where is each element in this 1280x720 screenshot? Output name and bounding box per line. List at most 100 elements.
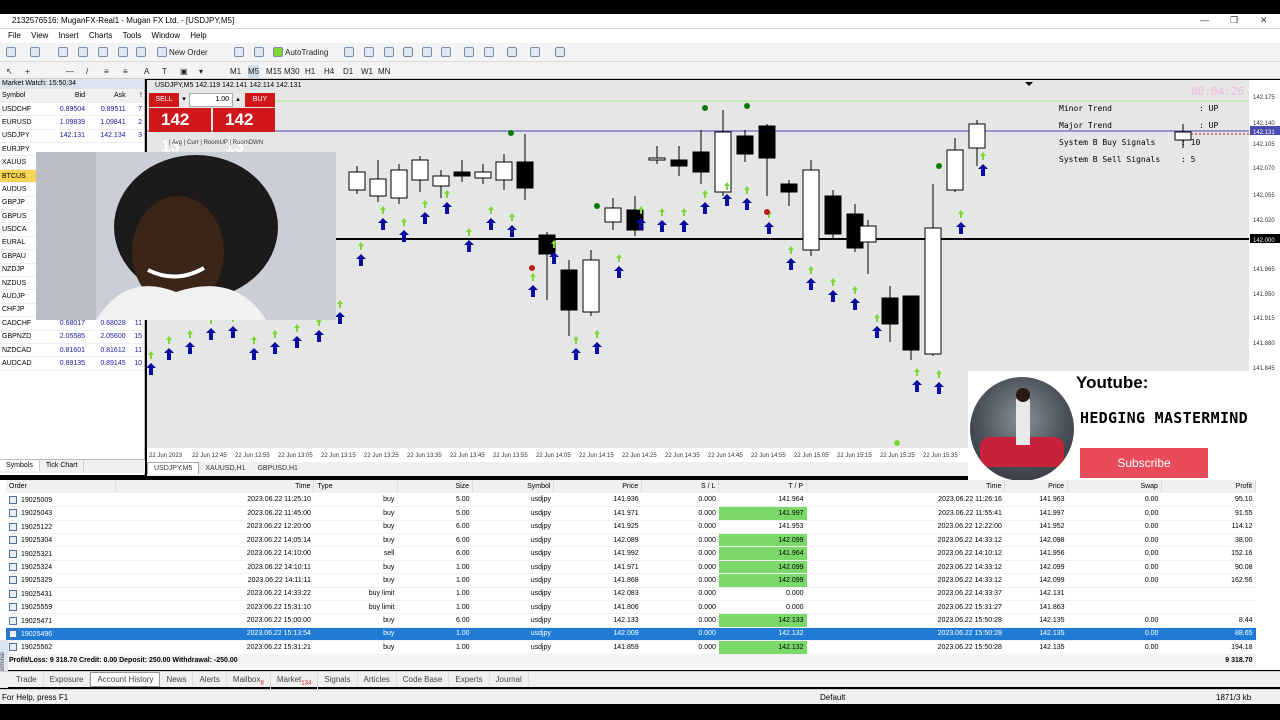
sell-price[interactable]: 142 131 — [149, 108, 211, 156]
chart-tab-gbpusd[interactable]: GBPUSD,H1 — [251, 463, 303, 474]
minimize-icon[interactable]: — — [1200, 15, 1209, 25]
history-row[interactable]: 19025471 2023.06.22 15:00:00 buy 6.00 usdjpy… — [6, 613, 1256, 628]
lot-input[interactable]: 1.00 — [189, 93, 233, 107]
terminal-tab-exposure[interactable]: Exposure — [44, 673, 91, 686]
history-row[interactable]: 19025043 2023.06.22 11:45:00 buy 5.00 usdjpy… — [6, 506, 1256, 521]
history-row[interactable]: 19025009 2023.06.22 11:25:10 buy 5.00 usdjpy… — [6, 493, 1256, 508]
sell-button[interactable]: SELL — [149, 93, 179, 107]
candlestick-icon[interactable] — [364, 47, 374, 57]
restore-icon[interactable]: ❐ — [1230, 15, 1238, 26]
tf-m15[interactable]: M15 — [266, 65, 282, 78]
autotrading-button[interactable]: AutoTrading — [285, 46, 328, 59]
tf-m1[interactable]: M1 — [230, 65, 241, 78]
new-order-button[interactable]: New Order — [169, 46, 208, 59]
chart-tab-usdjpy[interactable]: USDJPY,M5 — [147, 462, 200, 474]
chat-icon[interactable] — [1264, 47, 1274, 57]
terminal-tab-code-base[interactable]: Code Base — [397, 673, 450, 686]
fibo-icon[interactable]: ≡ — [123, 65, 128, 78]
history-row[interactable]: 19025559 2023.06.22 15:31:10 buy limit 1.00… — [6, 600, 1256, 615]
history-row[interactable]: 19025324 2023.06.22 14:10:11 buy 1.00 usdjpy… — [6, 560, 1256, 575]
terminal-tab-alerts[interactable]: Alerts — [193, 673, 227, 686]
col-swap[interactable]: Swap — [1067, 480, 1162, 494]
history-row[interactable]: 19025329 2023.06.22 14:11:11 buy 1.00 usdjpy… — [6, 573, 1256, 588]
history-row[interactable]: 19025122 2023.06.22 12:20:00 buy 6.00 usdjpy… — [6, 520, 1256, 535]
terminal-tab-market[interactable]: Market134 — [271, 673, 319, 689]
col-symbol[interactable]: Symbol — [472, 480, 555, 494]
channel-icon[interactable]: ≡ — [104, 65, 109, 78]
menu-help[interactable]: Help — [190, 29, 206, 43]
tf-w1[interactable]: W1 — [361, 65, 373, 78]
col-time[interactable]: Time — [115, 480, 315, 494]
arrows-icon[interactable]: ▾ — [199, 65, 203, 78]
terminal-icon[interactable] — [118, 47, 128, 57]
zoom-out-icon[interactable] — [422, 47, 432, 57]
signals-icon[interactable] — [254, 47, 264, 57]
lot-down-icon[interactable]: ▾ — [179, 93, 189, 107]
col-spread[interactable]: ! — [127, 89, 144, 103]
terminal-tab-articles[interactable]: Articles — [358, 673, 397, 686]
menu-insert[interactable]: Insert — [59, 29, 79, 43]
history-row[interactable]: 19025496 2023.06.22 15:13:54 buy 1.00 usdjpy… — [6, 627, 1256, 642]
market-watch-icon[interactable] — [58, 47, 68, 57]
menu-tools[interactable]: Tools — [123, 29, 142, 43]
crosshair-icon[interactable]: + — [25, 65, 30, 78]
horizontal-line-icon[interactable]: — — [66, 65, 74, 78]
col-tp[interactable]: T / P — [718, 480, 808, 494]
market-watch-row[interactable]: NZDCAD 0.81601 0.81612 11 — [0, 343, 144, 358]
tf-h1[interactable]: H1 — [305, 65, 315, 78]
autoscroll-icon[interactable] — [484, 47, 494, 57]
tab-symbols[interactable]: Symbols — [0, 460, 40, 471]
label-icon[interactable]: T — [162, 65, 167, 78]
tf-m30[interactable]: M30 — [284, 65, 300, 78]
menu-view[interactable]: View — [31, 29, 48, 43]
menu-file[interactable]: File — [8, 29, 21, 43]
terminal-tab-signals[interactable]: Signals — [318, 673, 358, 686]
terminal-tab-mailbox[interactable]: Mailbox8 — [227, 673, 271, 689]
history-row[interactable]: 19025304 2023.06.22 14:05:14 buy 6.00 usdjpy… — [6, 533, 1256, 548]
periods-icon[interactable] — [530, 47, 540, 57]
line-chart-icon[interactable] — [384, 47, 394, 57]
history-row[interactable]: 19025562 2023.06.22 15:31:21 buy 1.00 usdjpy… — [6, 640, 1256, 655]
col-symbol[interactable]: Symbol — [0, 89, 47, 103]
text-icon[interactable]: A — [144, 65, 149, 78]
buy-button[interactable]: BUY — [245, 93, 275, 107]
terminal-tab-experts[interactable]: Experts — [449, 673, 490, 686]
close-icon[interactable]: ✕ — [1260, 15, 1268, 26]
col-order[interactable]: Order — [6, 480, 117, 494]
metaeditor-icon[interactable] — [234, 47, 244, 57]
market-watch-row[interactable]: EURUSD 1.09839 1.09841 2 — [0, 115, 144, 130]
history-row[interactable]: 19025321 2023.06.22 14:10:00 sell 6.00 usdjp… — [6, 546, 1256, 561]
cursor-icon[interactable]: ↖ — [6, 65, 13, 78]
autotrading-icon[interactable] — [273, 47, 283, 57]
tester-icon[interactable] — [136, 47, 146, 57]
tf-mn[interactable]: MN — [378, 65, 390, 78]
subscribe-button[interactable]: Subscribe — [1080, 448, 1208, 478]
terminal-tab-news[interactable]: News — [160, 673, 194, 686]
chart-tab-xauusd[interactable]: XAUUSD,H1 — [199, 463, 251, 474]
profiles-icon[interactable] — [30, 47, 40, 57]
tile-windows-icon[interactable] — [441, 47, 451, 57]
shapes-icon[interactable]: ▣ — [180, 65, 188, 78]
market-watch-row[interactable]: AUDCAD 0.89135 0.89145 10 — [0, 356, 144, 371]
col-ask[interactable]: Ask — [87, 89, 128, 103]
col-sl[interactable]: S / L — [641, 480, 720, 494]
market-watch-row[interactable]: GBPNZD 2.05585 2.05600 15 — [0, 330, 144, 344]
search-icon[interactable] — [1244, 47, 1254, 57]
menu-window[interactable]: Window — [152, 29, 180, 43]
menu-charts[interactable]: Charts — [89, 29, 113, 43]
col-price[interactable]: Price — [1004, 480, 1069, 494]
col-time[interactable]: Time — [806, 480, 1006, 494]
data-window-icon[interactable] — [78, 47, 88, 57]
zoom-in-icon[interactable] — [403, 47, 413, 57]
chart-shift-icon[interactable] — [464, 47, 474, 57]
tf-h4[interactable]: H4 — [324, 65, 334, 78]
terminal-tab-journal[interactable]: Journal — [490, 673, 529, 686]
market-watch-row[interactable]: USDJPY 142.131 142.134 3 — [0, 129, 144, 144]
history-row[interactable]: 19025431 2023.06.22 14:33:22 buy limit 1.00… — [6, 587, 1256, 602]
tf-m5[interactable]: M5 — [248, 65, 260, 78]
new-order-icon[interactable] — [157, 47, 167, 57]
buy-price[interactable]: 142 134 — [213, 108, 275, 156]
col-bid[interactable]: Bid — [46, 89, 88, 103]
new-chart-icon[interactable] — [6, 47, 16, 57]
navigator-icon[interactable] — [98, 47, 108, 57]
